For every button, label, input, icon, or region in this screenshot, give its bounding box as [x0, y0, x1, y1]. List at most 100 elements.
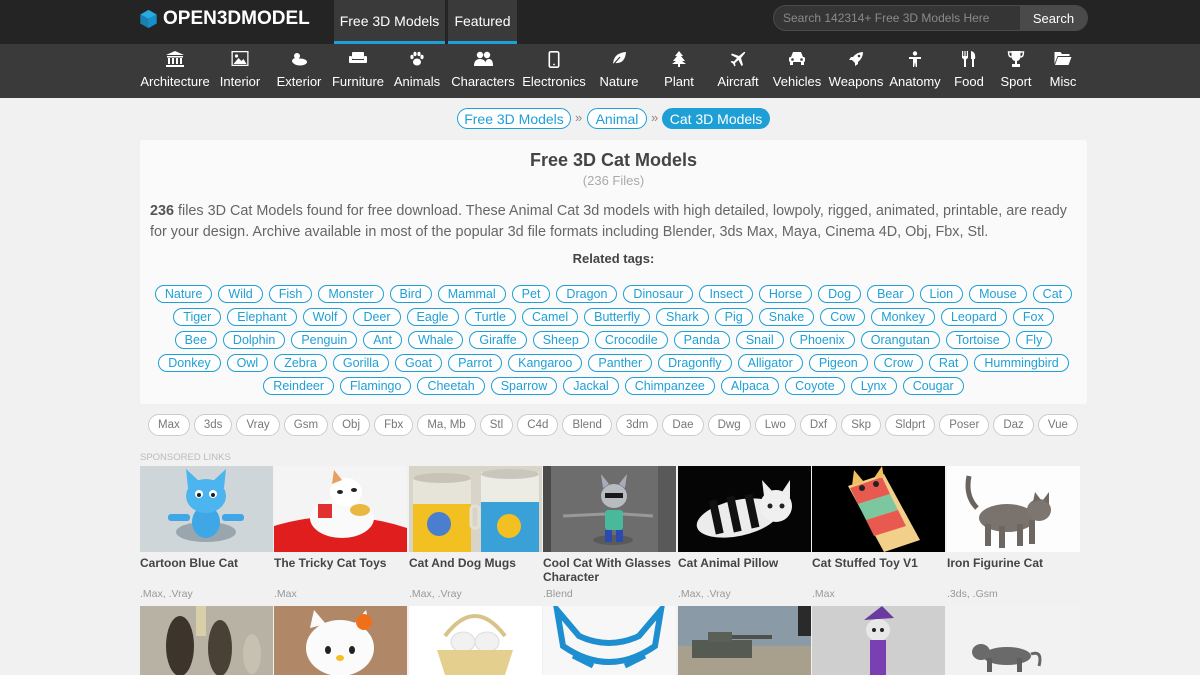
tag-panther[interactable]: Panther — [588, 354, 653, 372]
tab-free-3d-models[interactable]: Free 3D Models — [334, 0, 445, 44]
model-thumbnail[interactable] — [274, 466, 407, 552]
model-title[interactable]: Cool Cat With Glasses Character — [543, 556, 676, 584]
tag-sparrow[interactable]: Sparrow — [490, 377, 558, 395]
breadcrumb-animal[interactable]: Animal — [587, 108, 647, 129]
format-filter-c4d[interactable]: C4d — [517, 414, 559, 436]
tag-lynx[interactable]: Lynx — [850, 377, 897, 395]
tag-cougar[interactable]: Cougar — [902, 377, 964, 395]
tag-fly[interactable]: Fly — [1015, 331, 1053, 349]
search-input[interactable] — [774, 6, 1020, 30]
model-card[interactable]: Cat Animal Pillow .Max, .Vray — [678, 466, 811, 600]
tag-wolf[interactable]: Wolf — [302, 308, 348, 326]
tag-bird[interactable]: Bird — [389, 285, 432, 303]
format-filter-obj[interactable]: Obj — [332, 414, 371, 436]
model-thumbnail[interactable] — [947, 606, 1080, 675]
tag-dolphin[interactable]: Dolphin — [222, 331, 286, 349]
format-filter-lwo[interactable]: Lwo — [754, 414, 796, 436]
tag-penguin[interactable]: Penguin — [291, 331, 358, 349]
tag-deer[interactable]: Deer — [353, 308, 401, 326]
tag-bear[interactable]: Bear — [867, 285, 914, 303]
format-filter-vray[interactable]: Vray — [236, 414, 280, 436]
format-filter-dxf[interactable]: Dxf — [799, 414, 838, 436]
model-title[interactable]: Cartoon Blue Cat — [140, 556, 273, 570]
model-title[interactable]: Cat Animal Pillow — [678, 556, 811, 570]
model-thumbnail[interactable] — [140, 606, 273, 675]
search-button[interactable]: Search — [1020, 6, 1087, 30]
tag-cow[interactable]: Cow — [820, 308, 866, 326]
tag-turtle[interactable]: Turtle — [464, 308, 517, 326]
tag-parrot[interactable]: Parrot — [448, 354, 503, 372]
tag-mammal[interactable]: Mammal — [437, 285, 506, 303]
model-card[interactable]: Cat And Dog Mugs .Max, .Vray — [409, 466, 542, 600]
tag-donkey[interactable]: Donkey — [158, 354, 221, 372]
tag-phoenix[interactable]: Phoenix — [789, 331, 855, 349]
format-filter-poser[interactable]: Poser — [939, 414, 990, 436]
tag-ant[interactable]: Ant — [363, 331, 402, 349]
tag-snake[interactable]: Snake — [758, 308, 815, 326]
tag-pigeon[interactable]: Pigeon — [808, 354, 868, 372]
tag-fish[interactable]: Fish — [268, 285, 313, 303]
format-filter-ma-mb[interactable]: Ma, Mb — [417, 414, 476, 436]
tag-cat[interactable]: Cat — [1032, 285, 1073, 303]
tag-crow[interactable]: Crow — [873, 354, 923, 372]
tag-dragon[interactable]: Dragon — [556, 285, 618, 303]
tag-snail[interactable]: Snail — [735, 331, 784, 349]
tag-sheep[interactable]: Sheep — [532, 331, 589, 349]
tag-owl[interactable]: Owl — [226, 354, 269, 372]
breadcrumb-cat-3d-models[interactable]: Cat 3D Models — [662, 108, 770, 129]
tag-leopard[interactable]: Leopard — [940, 308, 1007, 326]
tag-alligator[interactable]: Alligator — [737, 354, 803, 372]
format-filter-3ds[interactable]: 3ds — [193, 414, 233, 436]
tag-goat[interactable]: Goat — [394, 354, 443, 372]
tag-giraffe[interactable]: Giraffe — [469, 331, 527, 349]
tab-featured[interactable]: Featured — [448, 0, 517, 44]
tag-horse[interactable]: Horse — [758, 285, 813, 303]
model-thumbnail[interactable] — [409, 606, 542, 675]
tag-insect[interactable]: Insect — [699, 285, 753, 303]
model-thumbnail[interactable] — [812, 606, 945, 675]
format-filter-skp[interactable]: Skp — [841, 414, 882, 436]
site-logo[interactable]: OPEN3DMODEL — [139, 8, 310, 30]
format-filter-blend[interactable]: Blend — [562, 414, 612, 436]
tag-tiger[interactable]: Tiger — [173, 308, 222, 326]
format-filter-dwg[interactable]: Dwg — [707, 414, 751, 436]
model-title[interactable]: Cat Stuffed Toy V1 — [812, 556, 945, 570]
tag-hummingbird[interactable]: Hummingbird — [974, 354, 1069, 372]
model-title[interactable]: Cat And Dog Mugs — [409, 556, 542, 570]
model-thumbnail[interactable] — [543, 466, 676, 552]
tag-jackal[interactable]: Jackal — [563, 377, 619, 395]
tag-chimpanzee[interactable]: Chimpanzee — [624, 377, 715, 395]
tag-crocodile[interactable]: Crocodile — [594, 331, 668, 349]
tag-gorilla[interactable]: Gorilla — [332, 354, 389, 372]
tag-pet[interactable]: Pet — [511, 285, 551, 303]
model-card[interactable]: Iron Figurine Cat .3ds, .Gsm — [947, 466, 1080, 600]
model-title[interactable]: Iron Figurine Cat — [947, 556, 1080, 570]
tag-monkey[interactable]: Monkey — [871, 308, 935, 326]
format-filter-dae[interactable]: Dae — [662, 414, 704, 436]
model-thumbnail[interactable] — [409, 466, 542, 552]
model-thumbnail[interactable] — [678, 606, 811, 675]
model-thumbnail[interactable] — [812, 466, 945, 552]
tag-coyote[interactable]: Coyote — [785, 377, 845, 395]
tag-kangaroo[interactable]: Kangaroo — [508, 354, 583, 372]
format-filter-vue[interactable]: Vue — [1037, 414, 1078, 436]
tag-mouse[interactable]: Mouse — [969, 285, 1027, 303]
tag-pig[interactable]: Pig — [714, 308, 753, 326]
tag-dinosaur[interactable]: Dinosaur — [623, 285, 694, 303]
tag-bee[interactable]: Bee — [174, 331, 217, 349]
tag-butterfly[interactable]: Butterfly — [584, 308, 650, 326]
format-filter-sldprt[interactable]: Sldprt — [885, 414, 936, 436]
tag-cheetah[interactable]: Cheetah — [417, 377, 485, 395]
tag-fox[interactable]: Fox — [1012, 308, 1054, 326]
tag-alpaca[interactable]: Alpaca — [720, 377, 780, 395]
model-card[interactable]: Cartoon Blue Cat .Max, .Vray — [140, 466, 273, 600]
tag-eagle[interactable]: Eagle — [406, 308, 459, 326]
model-thumbnail[interactable] — [274, 606, 407, 675]
format-filter-fbx[interactable]: Fbx — [374, 414, 414, 436]
tag-monster[interactable]: Monster — [318, 285, 384, 303]
model-thumbnail[interactable] — [947, 466, 1080, 552]
tag-nature[interactable]: Nature — [154, 285, 213, 303]
format-filter-3dm[interactable]: 3dm — [615, 414, 659, 436]
tag-camel[interactable]: Camel — [522, 308, 579, 326]
tag-zebra[interactable]: Zebra — [274, 354, 327, 372]
